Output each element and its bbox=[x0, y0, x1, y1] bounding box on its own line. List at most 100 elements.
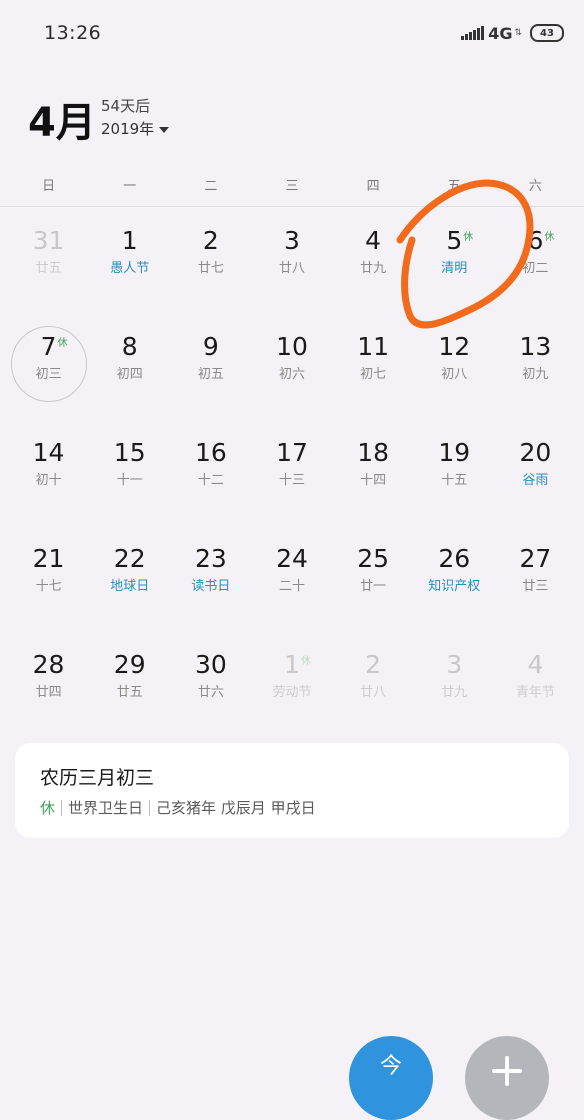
calendar-day[interactable]: 15 十一 bbox=[89, 426, 170, 532]
lunar-date-label: 初八 bbox=[441, 367, 468, 382]
day-number: 8 bbox=[121, 332, 138, 361]
lunar-date-label: 廿七 bbox=[197, 261, 224, 276]
today-button[interactable]: 今 bbox=[349, 1036, 433, 1120]
calendar-day[interactable]: 3 廿八 bbox=[251, 214, 332, 320]
calendar-day[interactable]: 25 廿一 bbox=[333, 532, 414, 638]
header-divider bbox=[0, 206, 584, 207]
holiday-label: 读书日 bbox=[191, 579, 231, 594]
weekday-label: 一 bbox=[123, 179, 137, 194]
lunar-date-label: 廿四 bbox=[35, 685, 62, 700]
calendar-day[interactable]: 4 青年节 bbox=[495, 638, 576, 744]
lunar-date-title: 农历三月初三 bbox=[40, 767, 155, 789]
day-number: 17 bbox=[276, 438, 308, 467]
day-number: 30 bbox=[194, 650, 227, 679]
lunar-date-label: 十二 bbox=[197, 473, 224, 488]
lunar-date-label: 廿三 bbox=[522, 579, 549, 594]
calendar-day[interactable]: 1 劳动节 休 bbox=[251, 638, 332, 744]
calendar-day[interactable]: 20 谷雨 bbox=[495, 426, 576, 532]
rest-day-badge: 休 bbox=[300, 656, 311, 667]
signal-bars-icon bbox=[461, 26, 485, 40]
day-number: 22 bbox=[113, 544, 146, 573]
chevron-down-icon bbox=[159, 126, 170, 133]
day-number: 3 bbox=[284, 226, 300, 255]
weekday-label: 三 bbox=[285, 179, 299, 194]
lunar-date-label: 廿八 bbox=[278, 261, 305, 276]
lunar-date-label: 廿八 bbox=[360, 685, 387, 700]
day-details: 休 世界卫生日 己亥猪年 戊辰月 甲戌日 bbox=[40, 797, 316, 818]
day-number: 18 bbox=[357, 438, 390, 467]
holiday-label: 愚人节 bbox=[110, 261, 150, 276]
weekday-label: 六 bbox=[528, 179, 542, 194]
calendar-day[interactable]: 13 初九 bbox=[495, 320, 576, 426]
calendar-day[interactable]: 12 初八 bbox=[414, 320, 495, 426]
lunar-date-label: 青年节 bbox=[515, 685, 555, 700]
day-number: 1 bbox=[121, 226, 138, 255]
lunar-date-label: 初九 bbox=[522, 367, 549, 382]
lunar-date-label: 十三 bbox=[278, 473, 305, 488]
lunar-date-label: 十一 bbox=[116, 473, 143, 488]
day-number: 27 bbox=[519, 544, 552, 573]
add-event-button[interactable] bbox=[465, 1036, 549, 1120]
calendar-day[interactable]: 17 十三 bbox=[251, 426, 332, 532]
calendar-day[interactable]: 22 地球日 bbox=[89, 532, 170, 638]
year-selector[interactable]: 2019年 bbox=[101, 118, 170, 139]
day-number: 16 bbox=[194, 438, 227, 467]
day-number: 15 bbox=[113, 438, 146, 467]
calendar-day[interactable]: 5 清明 休 bbox=[414, 214, 495, 320]
calendar-day[interactable]: 6 初二 休 bbox=[495, 214, 576, 320]
calendar-day[interactable]: 3 廿九 bbox=[414, 638, 495, 744]
lunar-date-label: 初二 bbox=[522, 261, 549, 276]
day-number: 2 bbox=[202, 226, 219, 255]
calendar-day[interactable]: 28 廿四 bbox=[8, 638, 89, 744]
lunar-date-label: 廿五 bbox=[116, 685, 143, 700]
battery-icon: 43 bbox=[530, 24, 564, 42]
calendar-day[interactable]: 27 廿三 bbox=[495, 532, 576, 638]
day-number: 9 bbox=[202, 332, 219, 361]
holiday-label: 地球日 bbox=[110, 579, 150, 594]
lunar-date-label: 初四 bbox=[116, 367, 143, 382]
divider bbox=[61, 799, 63, 816]
calendar-day[interactable]: 2 廿七 bbox=[170, 214, 251, 320]
calendar-day[interactable]: 2 廿八 bbox=[333, 638, 414, 744]
status-indicators: 4G ⇅ 43 bbox=[461, 22, 564, 44]
rest-day-label: 休 bbox=[40, 799, 56, 817]
calendar-day[interactable]: 16 十二 bbox=[170, 426, 251, 532]
calendar-day[interactable]: 21 十七 bbox=[8, 532, 89, 638]
calendar-day[interactable]: 18 十四 bbox=[333, 426, 414, 532]
calendar-day[interactable]: 10 初六 bbox=[251, 320, 332, 426]
day-number: 29 bbox=[113, 650, 146, 679]
network-type: 4G bbox=[488, 23, 513, 43]
festival-label: 世界卫生日 bbox=[68, 799, 144, 817]
lunar-date-label: 廿一 bbox=[360, 579, 387, 594]
year-label: 2019年 bbox=[101, 120, 155, 138]
day-number: 4 bbox=[365, 226, 382, 255]
calendar-day[interactable]: 19 十五 bbox=[414, 426, 495, 532]
calendar-day[interactable]: 8 初四 bbox=[89, 320, 170, 426]
day-info-card[interactable]: 农历三月初三 休 世界卫生日 己亥猪年 戊辰月 甲戌日 bbox=[15, 743, 569, 838]
status-bar: 13:26 4G ⇅ 43 bbox=[0, 0, 584, 68]
calendar-day[interactable]: 26 知识产权 bbox=[414, 532, 495, 638]
lunar-date-label: 劳动节 bbox=[272, 685, 312, 700]
days-until-label: 54天后 bbox=[101, 97, 151, 115]
calendar-day[interactable]: 7 初三 休 bbox=[8, 320, 89, 426]
data-activity-icon: ⇅ bbox=[514, 28, 522, 38]
calendar-day[interactable]: 29 廿五 bbox=[89, 638, 170, 744]
day-number: 1 bbox=[284, 650, 300, 679]
lunar-date-label: 初十 bbox=[35, 473, 62, 488]
calendar-day[interactable]: 9 初五 bbox=[170, 320, 251, 426]
calendar-day[interactable]: 1 愚人节 bbox=[89, 214, 170, 320]
calendar-day[interactable]: 14 初十 bbox=[8, 426, 89, 532]
calendar-day[interactable]: 4 廿九 bbox=[333, 214, 414, 320]
day-number: 2 bbox=[365, 650, 382, 679]
day-number: 12 bbox=[438, 332, 471, 361]
day-number: 21 bbox=[32, 544, 65, 573]
day-number: 20 bbox=[519, 438, 552, 467]
calendar-day[interactable]: 31 廿五 bbox=[8, 214, 89, 320]
calendar-day[interactable]: 24 二十 bbox=[251, 532, 332, 638]
calendar-day[interactable]: 30 廿六 bbox=[170, 638, 251, 744]
lunar-date-label: 廿九 bbox=[441, 685, 468, 700]
day-number: 4 bbox=[527, 650, 544, 679]
calendar-day[interactable]: 23 读书日 bbox=[170, 532, 251, 638]
lunar-date-label: 十五 bbox=[441, 473, 468, 488]
calendar-day[interactable]: 11 初七 bbox=[333, 320, 414, 426]
